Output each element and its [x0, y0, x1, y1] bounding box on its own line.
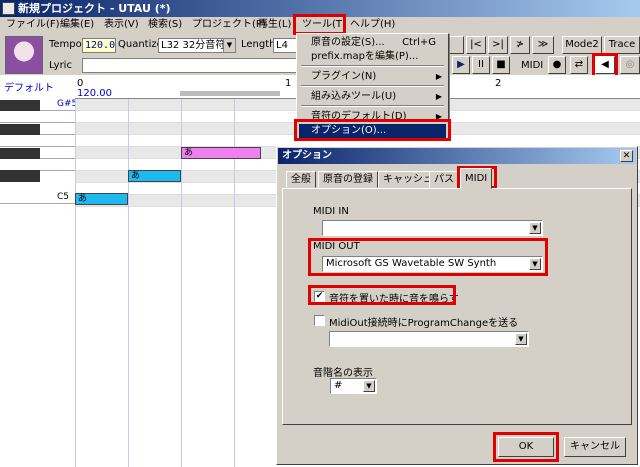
program-change-select[interactable]: ▼	[329, 331, 529, 347]
split-icon[interactable]: ≯	[510, 36, 530, 54]
ruler-mark-1: 1	[285, 78, 292, 89]
length-select[interactable]: L4	[273, 38, 297, 53]
menu-item-edit-prefix-map[interactable]: prefix.mapを編集(P)...	[299, 50, 446, 64]
midi-in-label: MIDI IN	[313, 206, 349, 217]
menu-item-label: 組み込みツール(U)	[311, 91, 397, 102]
quantize-select[interactable]: L32 32分音符 ▼	[158, 38, 236, 53]
note-name-value: #	[334, 380, 343, 391]
note-name-select[interactable]: # ▼	[330, 378, 377, 394]
highlight-sound-checkbox	[308, 285, 456, 305]
menu-edit[interactable]: 編集(E)	[56, 17, 98, 33]
midi-label: MIDI	[521, 60, 544, 71]
track-header: デフォルト	[0, 77, 75, 99]
track-label: デフォルト	[4, 83, 54, 94]
program-change-checkbox[interactable]	[314, 315, 325, 326]
lyric-input[interactable]	[82, 58, 297, 73]
close-icon[interactable]: ✕	[620, 150, 633, 162]
chevron-down-icon: ▼	[363, 380, 375, 392]
app-icon	[2, 2, 15, 15]
mode2-button[interactable]: Mode2	[562, 36, 602, 54]
loop-icon[interactable]: ◎	[620, 56, 640, 74]
note[interactable]: あ	[75, 193, 128, 205]
play-icon[interactable]: ▶	[452, 56, 470, 74]
record-icon[interactable]: ●	[548, 56, 566, 74]
piano-key[interactable]	[0, 111, 75, 123]
note-name-label: 音階名の表示	[313, 368, 373, 379]
ruler-mark-2: 2	[495, 78, 502, 89]
menu-item-voice-config[interactable]: 原音の設定(S)... Ctrl+G	[299, 36, 446, 50]
submenu-arrow-icon: ▶	[435, 72, 442, 81]
menu-separator	[301, 85, 444, 87]
highlight-tools-menu	[293, 14, 346, 35]
chevron-down-icon: ▼	[529, 222, 541, 234]
tab-path[interactable]: パス	[429, 171, 459, 188]
menu-item-shortcut: Ctrl+G	[402, 37, 436, 48]
dialog-title: オプション	[282, 150, 332, 161]
highlight-midi-out	[308, 238, 548, 276]
tab-general[interactable]: 全般	[286, 171, 316, 188]
beat-line	[128, 99, 129, 467]
highlight-ok-button	[493, 432, 559, 462]
menu-item-builtin-tools[interactable]: 組み込みツール(U) ▶	[299, 90, 446, 104]
menu-item-plugins[interactable]: プラグイン(N) ▶	[299, 70, 446, 84]
chevron-down-icon: ▼	[515, 333, 527, 345]
menu-separator	[301, 65, 444, 67]
go-end-icon[interactable]: >|	[488, 36, 508, 54]
highlight-options-item	[294, 119, 451, 141]
trace-button[interactable]: Trace	[604, 36, 640, 54]
menu-file[interactable]: ファイル(F)	[2, 17, 64, 33]
window-title: 新規プロジェクト - UTAU (*)	[18, 2, 171, 15]
dialog-title-bar: オプション	[278, 148, 636, 164]
note-lyric: あ	[78, 194, 88, 204]
midi-connect-icon[interactable]: ⇄	[570, 56, 588, 74]
stop-icon[interactable]: ■	[492, 56, 510, 74]
midi-in-select[interactable]: ▼	[322, 220, 543, 236]
piano-key[interactable]	[0, 135, 75, 147]
length-value: L4	[276, 40, 288, 51]
pause-icon[interactable]: II	[472, 56, 490, 74]
program-change-label: MidiOut接続時にProgramChangeを送る	[329, 318, 519, 329]
quantize-label: Quantize	[118, 39, 163, 50]
note-lyric: あ	[184, 148, 194, 158]
snap-icon[interactable]: ≫	[532, 36, 554, 54]
tab-voice-registration[interactable]: 原音の登録	[318, 171, 378, 188]
tab-midi[interactable]: MIDI	[460, 168, 493, 189]
cancel-button[interactable]: キャンセル	[564, 437, 626, 457]
tempo-marker: 120.00	[77, 88, 112, 99]
submenu-arrow-icon: ▶	[435, 92, 442, 101]
menu-help[interactable]: ヘルプ(H)	[346, 17, 399, 33]
note-lyric: あ	[131, 171, 141, 181]
tempo-label: Tempo	[49, 39, 82, 50]
length-label: Length	[241, 39, 276, 50]
menu-view[interactable]: 表示(V)	[100, 17, 143, 33]
menu-separator	[301, 105, 444, 107]
menu-search[interactable]: 検索(S)	[144, 17, 186, 33]
beat-line	[75, 99, 76, 467]
quantize-value: L32 32分音符	[161, 40, 226, 51]
tempo-input[interactable]: 120.0	[82, 38, 116, 53]
note[interactable]: あ	[128, 170, 181, 182]
chevron-down-icon: ▼	[223, 39, 235, 52]
menu-playback[interactable]: 再生(L)	[254, 17, 295, 33]
voicebank-avatar[interactable]	[5, 36, 43, 74]
menu-item-label: prefix.mapを編集(P)...	[311, 51, 419, 62]
menu-item-label: プラグイン(N)	[311, 71, 377, 82]
piano-key-black[interactable]	[0, 170, 40, 182]
key-label-c5: C5	[57, 192, 70, 202]
lyric-label: Lyric	[49, 60, 72, 71]
go-start-icon[interactable]: |<	[466, 36, 486, 54]
note[interactable]: あ	[181, 147, 261, 159]
scroll-indicator	[180, 91, 280, 96]
menu-item-label: 原音の設定(S)...	[311, 37, 385, 48]
